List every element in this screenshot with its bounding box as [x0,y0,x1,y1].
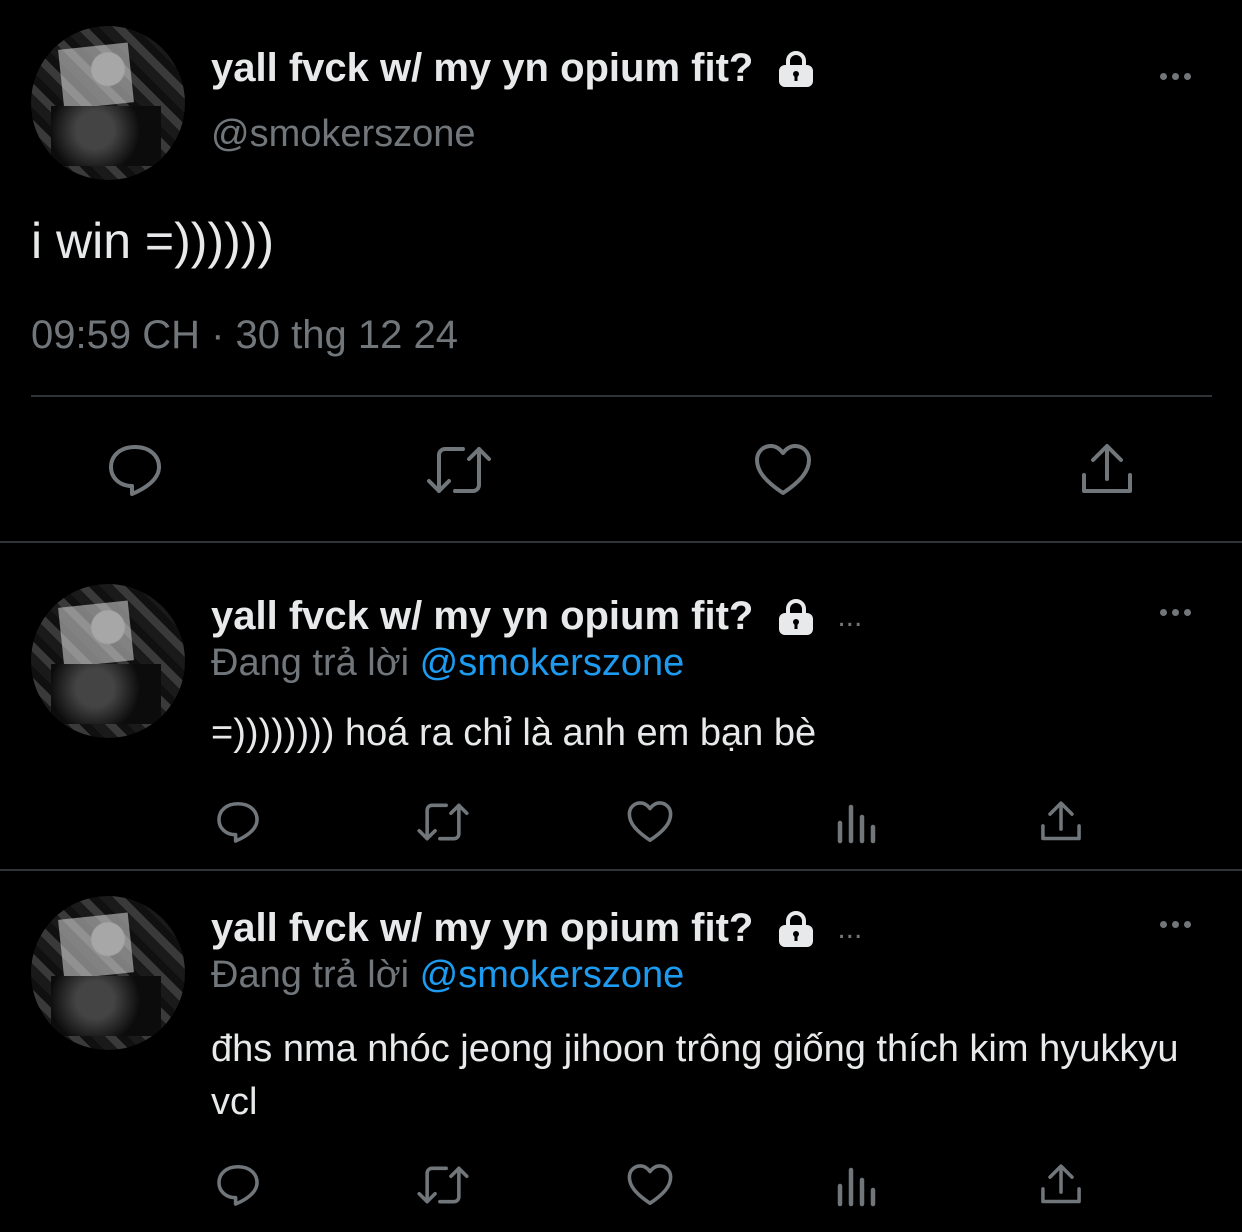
replying-prefix: Đang trả lời [211,642,410,684]
avatar[interactable] [31,896,185,1050]
retweet-icon[interactable] [425,441,493,499]
share-icon[interactable] [1039,799,1083,845]
display-name[interactable]: yall fvck w/ my yn opium fit? ... [211,906,862,951]
views-icon[interactable] [834,799,878,845]
name-truncation: ... [837,911,863,945]
reply-icon[interactable] [214,799,262,845]
display-name[interactable]: yall fvck w/ my yn opium fit? ... [211,594,862,639]
lock-icon [775,598,817,636]
replying-to-line: Đang trả lời @smokerszone [211,642,684,685]
lock-icon [775,50,817,88]
more-options-icon[interactable] [1160,609,1191,616]
replying-to-line: Đang trả lời @smokerszone [211,954,684,997]
views-icon[interactable] [834,1162,878,1208]
share-icon[interactable] [1079,441,1135,499]
tweet-text: =)))))))) hoá ra chỉ là anh em bạn bè [211,712,817,754]
retweet-icon[interactable] [414,1162,472,1208]
like-icon[interactable] [625,799,675,845]
replying-to-handle[interactable]: @smokerszone [420,642,685,684]
tweet-text: i win =)))))) [31,213,275,269]
reply-icon[interactable] [214,1162,262,1208]
name-truncation: ... [837,599,863,633]
tweet-timestamp[interactable]: 09:59 CH · 30 thg 12 24 [31,313,458,358]
replying-prefix: Đang trả lời [211,954,410,996]
retweet-icon[interactable] [414,799,472,845]
avatar[interactable] [31,26,185,180]
divider [31,395,1212,397]
reply-icon[interactable] [106,441,164,499]
more-options-icon[interactable] [1160,73,1191,80]
display-name[interactable]: yall fvck w/ my yn opium fit? [211,46,817,91]
section-divider [0,541,1242,543]
more-options-icon[interactable] [1160,921,1191,928]
lock-icon [775,910,817,948]
section-divider [0,869,1242,871]
share-icon[interactable] [1039,1162,1083,1208]
like-icon[interactable] [625,1162,675,1208]
tweet-text: đhs nma nhóc jeong jihoon trông giống th… [211,1028,1179,1123]
user-handle[interactable]: @smokerszone [211,113,476,156]
avatar[interactable] [31,584,185,738]
like-icon[interactable] [753,441,813,499]
replying-to-handle[interactable]: @smokerszone [420,954,685,996]
